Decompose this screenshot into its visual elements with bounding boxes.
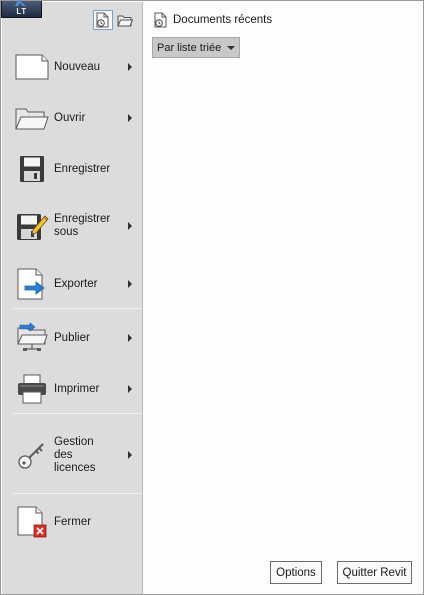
app-edition-badge: LT [16,7,27,16]
menu-item-label: Imprimer [54,382,100,395]
menu-item-label: Ouvrir [54,111,86,124]
save-disk-icon [15,152,49,186]
publish-icon [15,321,49,355]
application-button[interactable]: LT [1,0,42,18]
export-icon [15,267,49,301]
recent-documents-title: Documents récents [173,14,273,26]
menu-item-enregistrer[interactable]: Enregistrer [2,146,143,192]
submenu-arrow-icon [128,385,132,393]
options-button[interactable]: Options [270,561,322,584]
menu-item-fermer[interactable]: Fermer [2,499,143,545]
open-documents-toggle[interactable] [115,10,135,30]
application-menu-window: Nouveau Ouvrir Enregistrer Enregistrer s… [0,0,424,595]
recent-documents-icon [154,12,167,28]
recent-documents-toggle[interactable] [93,10,113,30]
recent-documents-view-toggle [93,10,135,30]
menu-separator [13,308,142,309]
application-menu-panel: Nouveau Ouvrir Enregistrer Enregistrer s… [2,2,143,594]
menu-item-exporter[interactable]: Exporter [2,261,143,307]
menu-item-imprimer[interactable]: Imprimer [2,366,143,412]
menu-separator [13,413,142,414]
revit-logo-icon [15,0,26,6]
save-as-icon [15,209,49,243]
submenu-arrow-icon [128,63,132,71]
sort-order-dropdown[interactable]: Par liste triée [152,37,240,58]
menu-item-gestion-licences[interactable]: Gestion des licences [2,426,143,484]
menu-item-enregistrer-sous[interactable]: Enregistrer sous [2,203,143,249]
menu-item-label: Publier [54,331,90,344]
sort-order-value: Par liste triée [157,41,222,54]
submenu-arrow-icon [128,451,132,459]
close-document-icon [15,505,49,539]
menu-item-label: Exporter [54,277,98,290]
submenu-arrow-icon [128,222,132,230]
open-folder-icon [15,101,49,135]
new-document-icon [15,50,49,84]
menu-item-label: Nouveau [54,60,101,73]
recent-documents-header: Documents récents [154,12,272,28]
open-documents-icon [117,15,133,26]
menu-separator [13,493,142,494]
menu-item-ouvrir[interactable]: Ouvrir [2,95,143,141]
menu-item-label: Enregistrer sous [54,213,111,238]
printer-icon [15,372,49,406]
recent-documents-icon [96,12,109,28]
key-icon [15,438,49,472]
menu-item-publier[interactable]: Publier [2,315,143,361]
submenu-arrow-icon [128,114,132,122]
menu-item-nouveau[interactable]: Nouveau [2,44,143,90]
quit-revit-button[interactable]: Quitter Revit [337,561,412,584]
menu-item-label: Fermer [54,515,92,528]
chevron-down-icon [227,46,235,50]
submenu-arrow-icon [128,280,132,288]
submenu-arrow-icon [128,334,132,342]
menu-item-label: Enregistrer [54,162,111,175]
menu-item-label: Gestion des licences [54,435,96,474]
